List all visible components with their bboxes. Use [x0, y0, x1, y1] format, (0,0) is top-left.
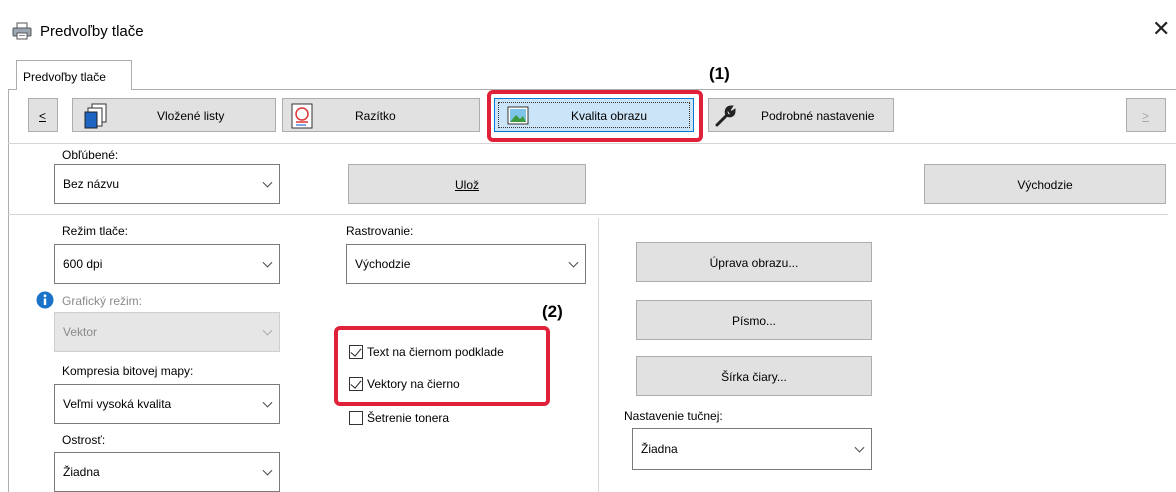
bold-setting-label: Nastavenie tučnej:: [624, 409, 723, 423]
screening-value: Východzie: [355, 257, 411, 271]
bitmap-compression-label: Kompresia bitovej mapy:: [62, 364, 194, 378]
font-label: Písmo...: [731, 314, 776, 328]
print-mode-dropdown[interactable]: 600 dpi: [54, 244, 280, 284]
nav-item-label: Razítko: [355, 109, 396, 123]
favorites-label: Obľúbené:: [62, 148, 119, 162]
chevron-down-icon: [262, 397, 273, 408]
bold-setting-value: Žiadna: [641, 442, 678, 456]
chevron-down-icon: [262, 325, 273, 336]
graphics-mode-value: Vektor: [63, 325, 98, 339]
callout-2: (2): [542, 302, 563, 321]
font-button[interactable]: Písmo...: [636, 300, 872, 340]
highlight-box-1: [487, 90, 703, 142]
sharpness-dropdown[interactable]: Žiadna: [54, 452, 280, 492]
wrench-icon: [715, 105, 736, 127]
nav-item-detailed-settings[interactable]: Podrobné nastavenie: [708, 98, 894, 132]
checkbox-label: Šetrenie tonera: [367, 411, 450, 425]
print-mode-label: Režim tlače:: [62, 224, 129, 238]
checkbox-vectors-black[interactable]: [349, 377, 363, 391]
chevron-left-icon: <: [39, 109, 47, 123]
save-button-label: Ulož: [454, 178, 479, 192]
checkbox-label: Vektory na čierno: [367, 377, 460, 391]
window-title: Predvoľby tlače: [40, 23, 144, 40]
screening-dropdown[interactable]: Východzie: [346, 244, 586, 284]
defaults-button[interactable]: Východzie: [924, 164, 1166, 204]
favorites-value: Bez názvu: [63, 177, 120, 191]
nav-item-label: Podrobné nastavenie: [761, 109, 875, 123]
save-button[interactable]: Ulož: [348, 164, 586, 204]
chevron-down-icon: [262, 177, 273, 188]
sharpness-label: Ostrosť:: [62, 433, 106, 447]
print-mode-value: 600 dpi: [63, 257, 103, 271]
defaults-button-label: Východzie: [1017, 178, 1073, 192]
checkbox-text-on-black[interactable]: [349, 345, 363, 359]
screening-label: Rastrovanie:: [346, 224, 414, 238]
graphics-mode-dropdown: Vektor: [54, 312, 280, 352]
image-adjust-button[interactable]: Úprava obrazu...: [636, 242, 872, 282]
vertical-divider: [598, 218, 599, 492]
graphics-mode-label: Grafický režim:: [62, 294, 143, 308]
nav-item-inserted-sheets[interactable]: Vložené listy: [72, 98, 276, 132]
line-width-label: Šírka čiary...: [721, 370, 787, 384]
bitmap-compression-value: Veľmi vysoká kvalita: [63, 397, 172, 411]
close-icon[interactable]: ✕: [1152, 18, 1170, 40]
tab-label: Predvoľby tlače: [23, 70, 106, 84]
stamp-icon: [291, 103, 313, 129]
printer-icon: [12, 22, 32, 40]
nav-item-stamp[interactable]: Razítko: [282, 98, 480, 132]
checkbox-label: Text na čiernom podklade: [367, 345, 504, 359]
info-icon[interactable]: [36, 291, 54, 309]
image-adjust-label: Úprava obrazu...: [709, 256, 799, 270]
favorites-dropdown[interactable]: Bez názvu: [54, 164, 280, 204]
line-width-button[interactable]: Šírka čiary...: [636, 356, 872, 396]
nav-item-label: Vložené listy: [157, 109, 225, 123]
highlight-box-2: [334, 326, 550, 406]
inserted-sheets-icon: [84, 103, 107, 129]
bitmap-compression-dropdown[interactable]: Veľmi vysoká kvalita: [54, 384, 280, 424]
nav-prev-button[interactable]: <: [28, 98, 58, 132]
dialog-content: [8, 89, 1176, 492]
sharpness-value: Žiadna: [63, 465, 100, 479]
chevron-down-icon: [262, 465, 273, 476]
chevron-down-icon: [854, 442, 865, 453]
divider: [8, 214, 1168, 215]
bold-setting-dropdown[interactable]: Žiadna: [632, 428, 872, 470]
chevron-right-icon: >: [1142, 109, 1150, 123]
checkbox-toner-save[interactable]: [349, 411, 363, 425]
divider: [8, 143, 1176, 144]
callout-1: (1): [709, 64, 730, 83]
chevron-down-icon: [568, 257, 579, 268]
title-bar: Predvoľby tlače ✕: [0, 0, 1176, 50]
nav-next-button[interactable]: >: [1126, 98, 1166, 132]
tab-print-preferences[interactable]: Predvoľby tlače: [16, 60, 132, 90]
chevron-down-icon: [262, 257, 273, 268]
